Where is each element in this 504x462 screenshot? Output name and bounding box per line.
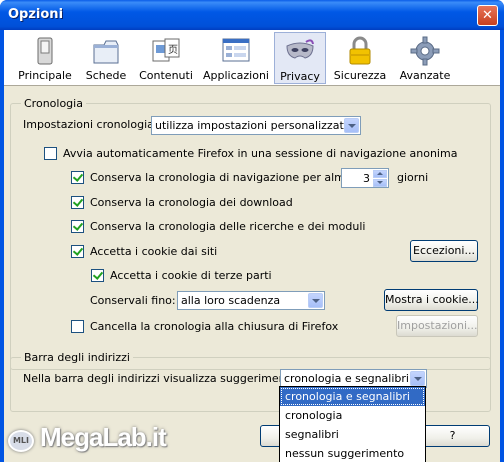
- accept-cookies-checkbox[interactable]: [71, 245, 84, 258]
- third-party-cookies-checkbox[interactable]: [91, 269, 104, 282]
- tab-avanzate[interactable]: Avanzate: [394, 32, 456, 84]
- client-area: Principale Schede 页 Contenuti Applicazio…: [4, 30, 500, 462]
- history-group-title: Cronologia: [21, 97, 86, 110]
- keep-until-value: alla loro scadenza: [181, 294, 281, 307]
- tab-principale[interactable]: Principale: [14, 32, 76, 84]
- accept-cookies-label[interactable]: Accetta i cookie dai siti: [90, 245, 217, 258]
- tab-label: Avanzate: [399, 69, 451, 82]
- tab-label: Sicurezza: [333, 69, 387, 82]
- switch-icon: [37, 37, 53, 65]
- clear-on-close-checkbox[interactable]: [71, 320, 84, 333]
- chevron-down-icon[interactable]: [308, 293, 323, 308]
- tab-contenuti[interactable]: 页 Contenuti: [136, 32, 196, 84]
- preferences-toolbar: Principale Schede 页 Contenuti Applicazio…: [4, 30, 500, 86]
- megalab-logo-icon: MLI: [8, 430, 34, 452]
- tabs-icon: [93, 40, 119, 64]
- padlock-icon: [349, 36, 371, 65]
- gear-icon: [410, 36, 440, 66]
- dropdown-option[interactable]: nessun suggerimento: [280, 444, 425, 462]
- private-mode-label[interactable]: Avvia automaticamente Firefox in una ses…: [63, 147, 457, 160]
- history-group: Cronologia Impostazioni cronologia: util…: [10, 97, 491, 370]
- tab-sicurezza[interactable]: Sicurezza: [332, 32, 388, 84]
- keep-history-checkbox[interactable]: [71, 171, 84, 184]
- tab-label: Contenuti: [139, 69, 193, 82]
- days-unit-label: giorni: [397, 171, 429, 184]
- location-bar-group-title: Barra degli indirizzi: [21, 351, 133, 364]
- help-button[interactable]: ?: [415, 425, 490, 447]
- watermark-text: MegaLab.it: [40, 422, 167, 452]
- suggest-label: Nella barra degli indirizzi visualizza s…: [23, 372, 314, 385]
- title-bar[interactable]: Opzioni ✕: [0, 0, 504, 30]
- show-cookies-button[interactable]: Mostra i cookie...: [384, 289, 479, 311]
- content-icon: 页: [152, 38, 180, 62]
- exceptions-button[interactable]: Eccezioni...: [410, 240, 478, 262]
- keep-until-label: Conservali fino:: [90, 294, 176, 307]
- dropdown-option[interactable]: cronologia: [280, 406, 425, 425]
- suggest-dropdown-list[interactable]: cronologia e segnalibri cronologia segna…: [279, 386, 426, 462]
- private-mode-checkbox[interactable]: [44, 147, 57, 160]
- third-party-cookies-label[interactable]: Accetta i cookie di terze parti: [110, 269, 272, 282]
- dropdown-option[interactable]: segnalibri: [280, 425, 425, 444]
- download-history-checkbox[interactable]: [71, 196, 84, 209]
- suggest-value: cronologia e segnalibri: [284, 372, 409, 385]
- history-settings-value: utilizza impostazioni personalizzate: [155, 119, 351, 132]
- chevron-down-icon[interactable]: [344, 118, 359, 133]
- tab-privacy[interactable]: Privacy: [274, 32, 326, 84]
- history-settings-label: Impostazioni cronologia:: [23, 118, 158, 131]
- svg-text:页: 页: [168, 44, 178, 56]
- applications-icon: [222, 38, 250, 62]
- spin-down-icon[interactable]: [373, 179, 387, 187]
- tab-label: Principale: [18, 69, 72, 82]
- history-settings-select[interactable]: utilizza impostazioni personalizzate: [151, 116, 361, 135]
- form-history-label[interactable]: Conserva la cronologia delle ricerche e …: [90, 220, 365, 233]
- chevron-down-icon[interactable]: [410, 371, 425, 386]
- close-button[interactable]: ✕: [477, 5, 498, 26]
- tab-label: Applicazioni: [203, 69, 269, 82]
- tab-label: Privacy: [280, 70, 320, 83]
- tab-label: Schede: [85, 69, 127, 82]
- days-spinner[interactable]: 3: [341, 168, 389, 188]
- keep-until-select[interactable]: alla loro scadenza: [177, 291, 325, 310]
- dropdown-option[interactable]: cronologia e segnalibri: [280, 387, 425, 406]
- megalab-watermark: MLI MegaLab.it: [0, 420, 190, 462]
- download-history-label[interactable]: Conserva la cronologia dei download: [90, 196, 293, 209]
- window-title: Opzioni: [8, 7, 64, 22]
- spin-up-icon[interactable]: [373, 170, 387, 178]
- clear-on-close-label[interactable]: Cancella la cronologia alla chiusura di …: [90, 320, 338, 333]
- clear-settings-button[interactable]: Impostazioni...: [396, 315, 478, 337]
- tab-schede[interactable]: Schede: [80, 32, 132, 84]
- options-window: Opzioni ✕ Principale Schede 页 Contenuti …: [0, 0, 504, 462]
- form-history-checkbox[interactable]: [71, 220, 84, 233]
- privacy-mask-icon: [286, 39, 314, 59]
- keep-history-label[interactable]: Conserva la cronologia di navigazione pe…: [90, 171, 365, 184]
- days-value: 3: [363, 172, 370, 185]
- tab-applicazioni[interactable]: Applicazioni: [202, 32, 270, 84]
